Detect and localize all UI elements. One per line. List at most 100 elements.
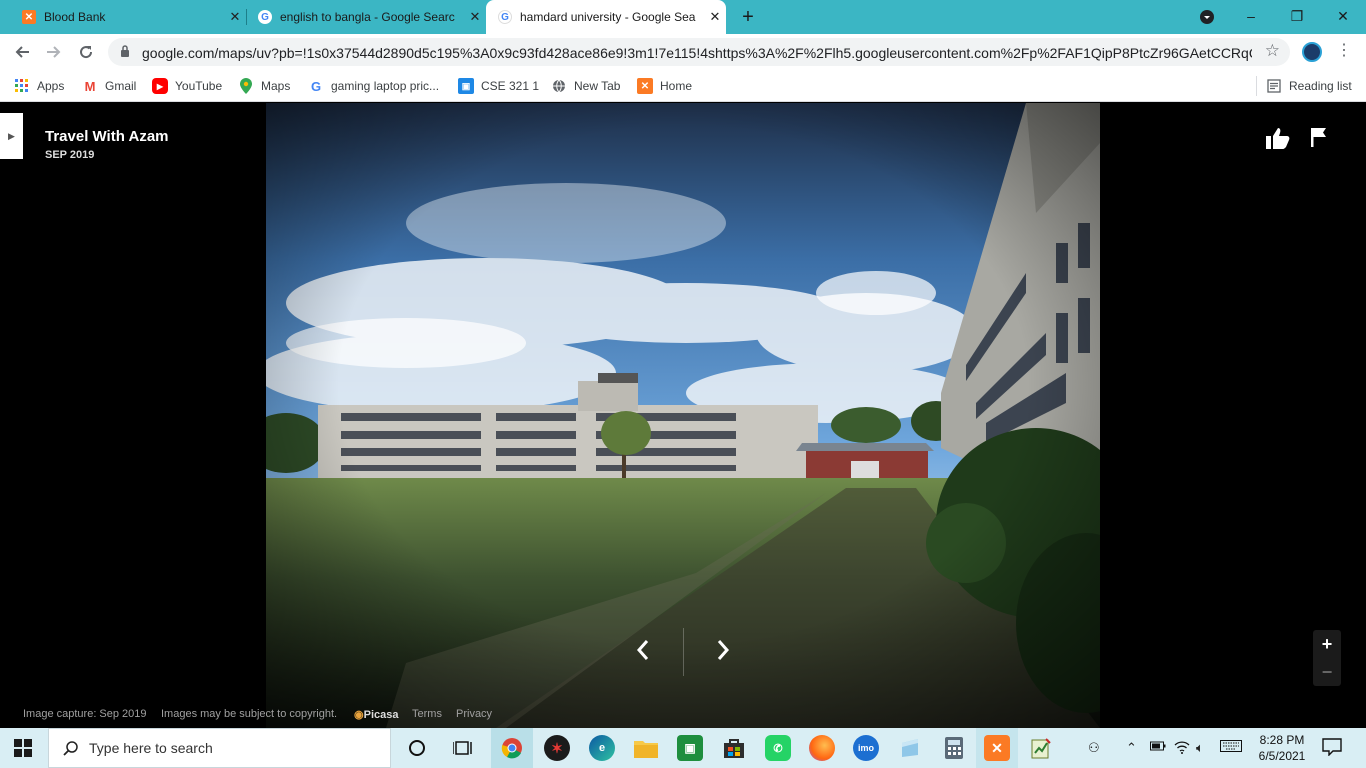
close-window-button[interactable]: ✕	[1320, 0, 1366, 34]
windows-start-icon[interactable]	[14, 739, 32, 757]
tab-close-icon[interactable]: ✕	[704, 9, 726, 25]
back-button[interactable]	[10, 40, 34, 64]
image-capture-text: Image capture: Sep 2019	[23, 708, 147, 720]
picasa-icon: ◉	[354, 709, 364, 721]
reading-list-icon	[1266, 78, 1282, 94]
calculator-icon[interactable]	[941, 735, 967, 761]
browser-menu-icon[interactable]: ⋮	[1336, 40, 1352, 60]
bookmark-label: Maps	[261, 79, 291, 93]
report-flag-button[interactable]	[1310, 127, 1336, 151]
previous-photo-button[interactable]	[631, 638, 655, 666]
minimize-button[interactable]: –	[1228, 0, 1274, 34]
bookmark-label: YouTube	[175, 79, 223, 93]
gmail-icon: M	[84, 78, 96, 94]
tab-close-icon[interactable]: ✕	[224, 9, 246, 25]
people-icon[interactable]: ⚇	[1088, 740, 1100, 756]
chrome-icon[interactable]	[499, 735, 525, 761]
bookmark-gaming-laptop[interactable]: G gaming laptop pric...	[308, 77, 439, 95]
bookmark-maps[interactable]: Maps	[238, 77, 290, 95]
bookmarks-divider	[1256, 76, 1257, 96]
terms-link[interactable]: Terms	[412, 708, 442, 720]
reading-list-label: Reading list	[1289, 79, 1352, 93]
battery-icon[interactable]	[1150, 740, 1166, 755]
reading-list-button[interactable]: Reading list	[1266, 77, 1352, 95]
bookmark-star-icon[interactable]: ☆	[1265, 41, 1280, 61]
youtube-icon: ▶	[152, 78, 168, 94]
tab-title: english to bangla - Google Searc	[280, 10, 455, 24]
classroom-icon: ▣	[458, 78, 474, 94]
keyboard-icon[interactable]	[1220, 740, 1242, 755]
picasa-label: Picasa	[363, 709, 399, 721]
thumbs-up-icon	[1266, 128, 1290, 149]
clock-date: 6/5/2021	[1258, 749, 1306, 763]
bookmark-apps[interactable]: Apps	[14, 77, 64, 95]
reload-button[interactable]	[74, 40, 98, 64]
google-icon: G	[310, 78, 322, 94]
system-clock[interactable]: 8:28 PM 6/5/2021	[1252, 732, 1312, 764]
bookmark-youtube[interactable]: ▶ YouTube	[152, 77, 222, 95]
notepad-icon[interactable]	[1028, 735, 1054, 761]
url-text[interactable]: google.com/maps/uv?pb=!1s0x37544d2890d5c…	[142, 45, 1252, 61]
tab-hamdard-university[interactable]: G hamdard university - Google Sea ✕	[486, 0, 726, 34]
picasa-logo[interactable]: ◉Picasa	[354, 708, 398, 721]
clock-time: 8:28 PM	[1259, 733, 1305, 747]
thumbs-up-button[interactable]	[1266, 127, 1292, 151]
app-icon[interactable]	[897, 735, 923, 761]
photo-date: SEP 2019	[45, 149, 95, 161]
bookmark-new-tab[interactable]: New Tab	[551, 77, 620, 95]
taskbar-search-box[interactable]: Type here to search	[48, 728, 391, 768]
windows-taskbar: Type here to search ✶ e ▣ ✆ imo ✕ ⚇ ⌃ 🔈︎	[0, 728, 1366, 768]
expand-panel-button[interactable]: ▶	[0, 113, 23, 159]
bookmark-label: Gmail	[105, 79, 137, 93]
bookmark-label: New Tab	[574, 79, 621, 93]
address-bar[interactable]: google.com/maps/uv?pb=!1s0x37544d2890d5c…	[108, 38, 1290, 66]
whatsapp-icon[interactable]: ✆	[765, 735, 791, 761]
reload-icon	[80, 46, 93, 59]
cortana-icon[interactable]	[404, 735, 430, 761]
volume-icon[interactable]: 🔈︎	[1196, 740, 1204, 756]
chevron-right-icon	[717, 640, 730, 660]
bookmark-cse-321[interactable]: ▣ CSE 321 1	[458, 77, 539, 95]
zoom-in-button[interactable]: +	[1313, 630, 1341, 658]
photo-author[interactable]: Travel With Azam	[45, 128, 169, 145]
tab-title: Blood Bank	[44, 10, 106, 24]
bookmark-home[interactable]: ✕ Home	[637, 77, 692, 95]
bookmark-label: Apps	[37, 79, 65, 93]
classroom-icon[interactable]: ▣	[677, 735, 703, 761]
lock-icon	[121, 45, 129, 57]
tab-english-to-bangla[interactable]: G english to bangla - Google Searc ✕	[246, 0, 486, 34]
store-icon[interactable]	[721, 735, 747, 761]
forward-button[interactable]	[42, 40, 66, 64]
photo-viewer: ▶ Travel With Azam SEP 2019 + − Image ca…	[0, 103, 1366, 728]
edge-icon[interactable]: e	[589, 735, 615, 761]
imo-icon[interactable]: imo	[853, 735, 879, 761]
notification-center-icon[interactable]	[1322, 738, 1342, 756]
xampp-icon: ✕	[637, 78, 653, 94]
privacy-link[interactable]: Privacy	[456, 708, 492, 720]
tab-blood-bank[interactable]: ✕ Blood Bank ✕	[0, 0, 246, 34]
next-photo-button[interactable]	[711, 638, 735, 666]
tab-close-icon[interactable]: ✕	[464, 9, 486, 25]
chevron-down-circle-icon	[1200, 10, 1214, 24]
flag-icon	[1311, 128, 1326, 147]
bookmark-gmail[interactable]: M Gmail	[82, 77, 137, 95]
search-icon	[63, 741, 78, 756]
tab-strip: ✕ Blood Bank ✕ G english to bangla - Goo…	[0, 0, 1366, 34]
show-hidden-icons-chevron-icon[interactable]: ⌃	[1126, 740, 1137, 756]
profile-avatar[interactable]	[1302, 42, 1322, 62]
apps-grid-icon	[14, 78, 30, 94]
tab-search-button[interactable]	[1184, 0, 1230, 34]
wifi-icon[interactable]	[1174, 740, 1190, 757]
xampp-icon: ✕	[22, 10, 36, 24]
zoom-out-button[interactable]: −	[1313, 658, 1341, 686]
task-view-icon[interactable]	[450, 735, 476, 761]
restore-button[interactable]: ❐	[1274, 0, 1320, 34]
firefox-icon[interactable]	[809, 735, 835, 761]
google-icon: G	[258, 10, 272, 24]
bookmark-label: gaming laptop pric...	[331, 79, 440, 93]
new-tab-button[interactable]: +	[737, 6, 759, 28]
search-placeholder: Type here to search	[89, 740, 213, 756]
antivirus-icon[interactable]: ✶	[544, 735, 570, 761]
xampp-icon[interactable]: ✕	[984, 735, 1010, 761]
file-explorer-icon[interactable]	[633, 735, 659, 761]
